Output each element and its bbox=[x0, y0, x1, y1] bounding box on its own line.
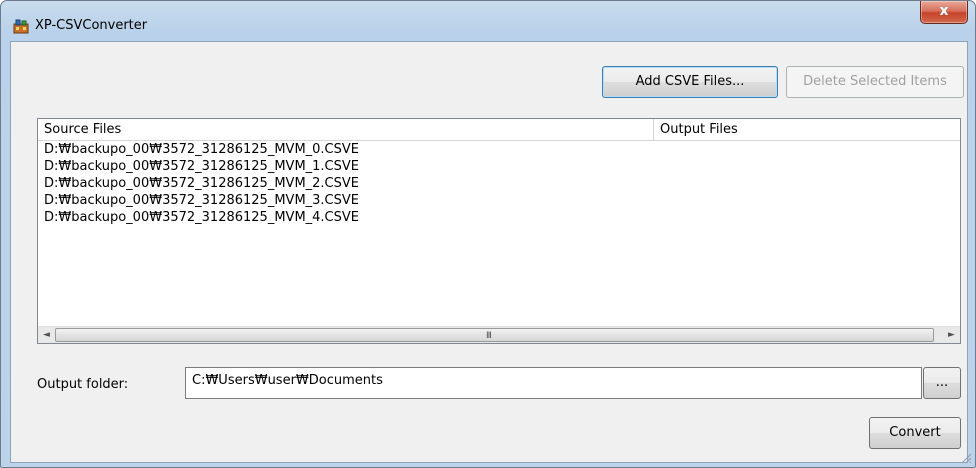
convert-button[interactable]: Convert bbox=[869, 417, 961, 449]
list-item[interactable]: D:₩backupo_00₩3572_31286125_MVM_4.CSVE bbox=[38, 209, 960, 226]
list-item[interactable]: D:₩backupo_00₩3572_31286125_MVM_1.CSVE bbox=[38, 158, 960, 175]
scroll-right-icon[interactable]: ► bbox=[943, 327, 960, 343]
add-csve-files-button[interactable]: Add CSVE Files... bbox=[602, 66, 778, 98]
app-icon bbox=[13, 19, 29, 34]
window-title: XP-CSVConverter bbox=[35, 18, 148, 33]
main-window: XP-CSVConverter x Add CSVE Files... Dele… bbox=[0, 0, 976, 468]
list-rows: D:₩backupo_00₩3572_31286125_MVM_0.CSVE D… bbox=[38, 141, 960, 226]
delete-selected-items-button[interactable]: Delete Selected Items bbox=[786, 66, 964, 98]
scrollbar-grip-icon: III bbox=[486, 331, 492, 341]
resize-grip-icon[interactable] bbox=[960, 452, 972, 464]
list-item[interactable]: D:₩backupo_00₩3572_31286125_MVM_2.CSVE bbox=[38, 175, 960, 192]
list-header: Source Files Output Files bbox=[38, 119, 960, 141]
column-header-output[interactable]: Output Files bbox=[654, 119, 960, 140]
scrollbar-thumb[interactable]: III bbox=[55, 328, 934, 342]
title-bar[interactable]: XP-CSVConverter x bbox=[1, 1, 975, 39]
list-item[interactable]: D:₩backupo_00₩3572_31286125_MVM_0.CSVE bbox=[38, 141, 960, 158]
close-icon: x bbox=[939, 3, 949, 19]
file-list[interactable]: Source Files Output Files D:₩backupo_00₩… bbox=[37, 118, 961, 344]
scroll-left-icon[interactable]: ◄ bbox=[38, 327, 55, 343]
horizontal-scrollbar[interactable]: ◄ III ► bbox=[38, 326, 960, 343]
browse-button[interactable]: ... bbox=[923, 367, 961, 399]
column-header-source[interactable]: Source Files bbox=[38, 119, 654, 140]
output-folder-label: Output folder: bbox=[37, 377, 129, 392]
list-item[interactable]: D:₩backupo_00₩3572_31286125_MVM_3.CSVE bbox=[38, 192, 960, 209]
output-folder-field[interactable]: C:₩Users₩user₩Documents bbox=[185, 367, 922, 399]
close-button[interactable]: x bbox=[920, 1, 968, 24]
